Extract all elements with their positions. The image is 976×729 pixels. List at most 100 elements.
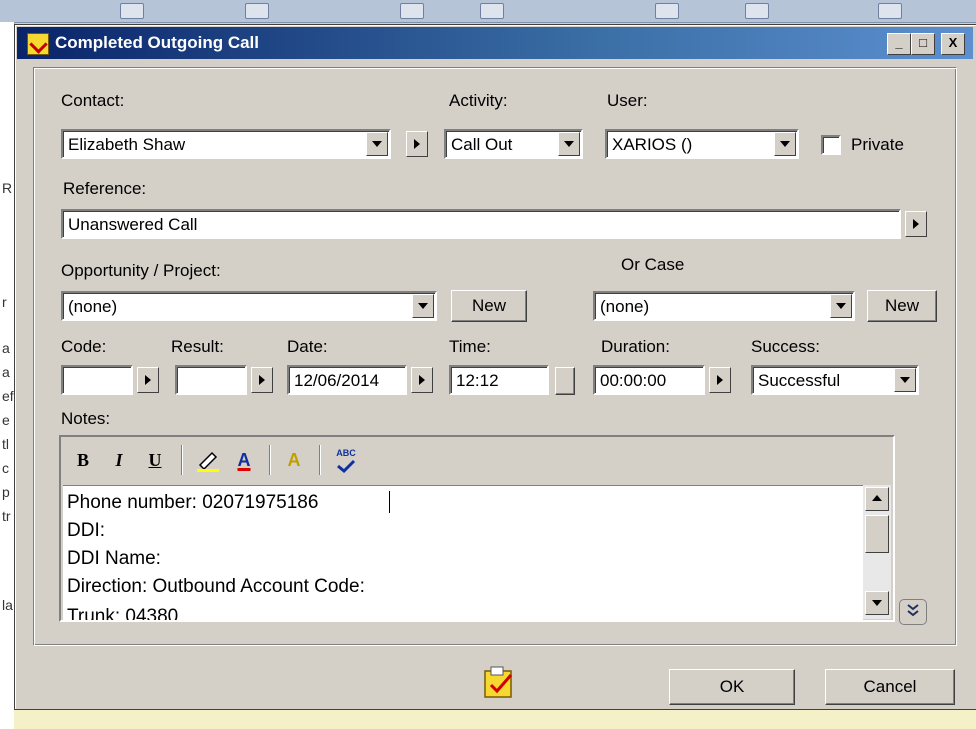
- opportunity-dropdown[interactable]: (none): [61, 291, 437, 321]
- font-size-button[interactable]: A: [279, 447, 309, 473]
- italic-button[interactable]: I: [107, 447, 131, 473]
- activity-value: Call Out: [451, 135, 513, 154]
- reference-lookup-button[interactable]: [905, 211, 927, 237]
- toolbar-separator: [181, 445, 183, 475]
- result-lookup-button[interactable]: [251, 367, 273, 393]
- activity-label: Activity:: [449, 91, 508, 110]
- notes-line: Trunk: 04380: [67, 606, 179, 620]
- contact-label: Contact:: [61, 91, 125, 110]
- result-field[interactable]: [175, 365, 247, 395]
- success-value: Successful: [758, 371, 841, 390]
- code-label: Code:: [61, 337, 107, 356]
- notes-scrollbar[interactable]: [863, 485, 891, 619]
- reference-value: Unanswered Call: [68, 215, 198, 234]
- duration-field[interactable]: 00:00:00: [593, 365, 705, 395]
- font-color-button[interactable]: A: [229, 447, 259, 473]
- background-app-status-strip: [14, 708, 976, 729]
- date-label: Date:: [287, 337, 328, 356]
- time-spin-button[interactable]: [555, 367, 575, 395]
- scroll-up-button[interactable]: [865, 487, 889, 511]
- close-button[interactable]: X: [941, 33, 965, 55]
- reference-label: Reference:: [63, 179, 147, 198]
- contact-details-button[interactable]: [406, 131, 428, 157]
- completed-outgoing-call-dialog: Completed Outgoing Call _ □ X Contact: A…: [14, 24, 976, 710]
- case-value: (none): [600, 297, 650, 316]
- activity-dropdown-arrow[interactable]: [558, 132, 580, 156]
- background-text: c: [2, 460, 9, 476]
- background-text: r: [2, 294, 7, 310]
- scroll-down-button[interactable]: [865, 591, 889, 615]
- bold-button[interactable]: B: [71, 447, 95, 473]
- ok-button[interactable]: OK: [669, 669, 795, 705]
- notes-toolbar: B I U A A ABC: [63, 439, 891, 483]
- maximize-button[interactable]: □: [911, 33, 935, 55]
- notes-line: DDI:: [67, 520, 105, 541]
- background-text: e: [2, 412, 10, 428]
- spellcheck-icon[interactable]: ABC: [329, 447, 363, 473]
- case-dropdown[interactable]: (none): [593, 291, 855, 321]
- toolbar-icon: [245, 3, 269, 19]
- duration-button[interactable]: [709, 367, 731, 393]
- private-checkbox[interactable]: [821, 135, 841, 155]
- notes-editor: B I U A A ABC Phone number: 02071975186 …: [59, 435, 895, 622]
- toolbar-icon: [745, 3, 769, 19]
- date-picker-button[interactable]: [411, 367, 433, 393]
- background-text: R: [2, 180, 13, 196]
- contact-dropdown[interactable]: Elizabeth Shaw: [61, 129, 391, 159]
- opportunity-value: (none): [68, 297, 118, 316]
- toolbar-icon: [120, 3, 144, 19]
- background-app-left-panel: R r a a ef e tl c p tr la: [0, 22, 15, 729]
- scroll-thumb[interactable]: [865, 515, 889, 553]
- background-text: p: [2, 484, 10, 500]
- date-value: 12/06/2014: [294, 371, 380, 390]
- background-text: tl: [2, 436, 9, 452]
- case-label: Or Case: [621, 255, 685, 274]
- title-bar[interactable]: Completed Outgoing Call _ □ X: [17, 27, 973, 59]
- notes-line: DDI Name:: [67, 548, 161, 569]
- user-value: XARIOS (): [612, 135, 693, 154]
- activity-dropdown[interactable]: Call Out: [444, 129, 583, 159]
- case-dropdown-arrow[interactable]: [830, 294, 852, 318]
- user-label: User:: [607, 91, 648, 110]
- reference-field[interactable]: Unanswered Call: [61, 209, 901, 239]
- background-text: la: [2, 597, 13, 613]
- private-label: Private: [851, 135, 904, 154]
- time-label: Time:: [449, 337, 491, 356]
- activity-completed-icon: [481, 665, 519, 701]
- code-lookup-button[interactable]: [137, 367, 159, 393]
- expand-notes-icon[interactable]: [899, 599, 927, 625]
- opportunity-label: Opportunity / Project:: [61, 261, 221, 280]
- toolbar-icon: [655, 3, 679, 19]
- success-dropdown-arrow[interactable]: [894, 368, 916, 392]
- date-field[interactable]: 12/06/2014: [287, 365, 407, 395]
- case-new-button[interactable]: New: [867, 290, 937, 322]
- toolbar-icon: [480, 3, 504, 19]
- toolbar-icon: [878, 3, 902, 19]
- spellcheck-label: ABC: [336, 448, 356, 458]
- user-dropdown[interactable]: XARIOS (): [605, 129, 799, 159]
- notes-label: Notes:: [61, 409, 111, 428]
- background-text: ef: [2, 388, 14, 404]
- success-label: Success:: [751, 337, 820, 356]
- cancel-button[interactable]: Cancel: [825, 669, 955, 705]
- background-text: a: [2, 364, 10, 380]
- opportunity-dropdown-arrow[interactable]: [412, 294, 434, 318]
- code-field[interactable]: [61, 365, 133, 395]
- contact-dropdown-arrow[interactable]: [366, 132, 388, 156]
- toolbar-icon: [400, 3, 424, 19]
- notes-line: Direction: Outbound Account Code:: [67, 576, 365, 597]
- time-value: 12:12: [456, 371, 499, 390]
- opportunity-new-button[interactable]: New: [451, 290, 527, 322]
- underline-button[interactable]: U: [143, 447, 167, 473]
- background-app-toolbar: [0, 0, 976, 23]
- notes-textarea[interactable]: Phone number: 02071975186 DDI: DDI Name:…: [63, 485, 863, 620]
- success-dropdown[interactable]: Successful: [751, 365, 919, 395]
- time-field[interactable]: 12:12: [449, 365, 549, 395]
- window-title: Completed Outgoing Call: [55, 33, 259, 52]
- minimize-button[interactable]: _: [887, 33, 911, 55]
- app-icon: [27, 33, 49, 55]
- duration-value: 00:00:00: [600, 371, 667, 390]
- user-dropdown-arrow[interactable]: [774, 132, 796, 156]
- highlight-icon[interactable]: [193, 447, 223, 473]
- duration-label: Duration:: [601, 337, 670, 356]
